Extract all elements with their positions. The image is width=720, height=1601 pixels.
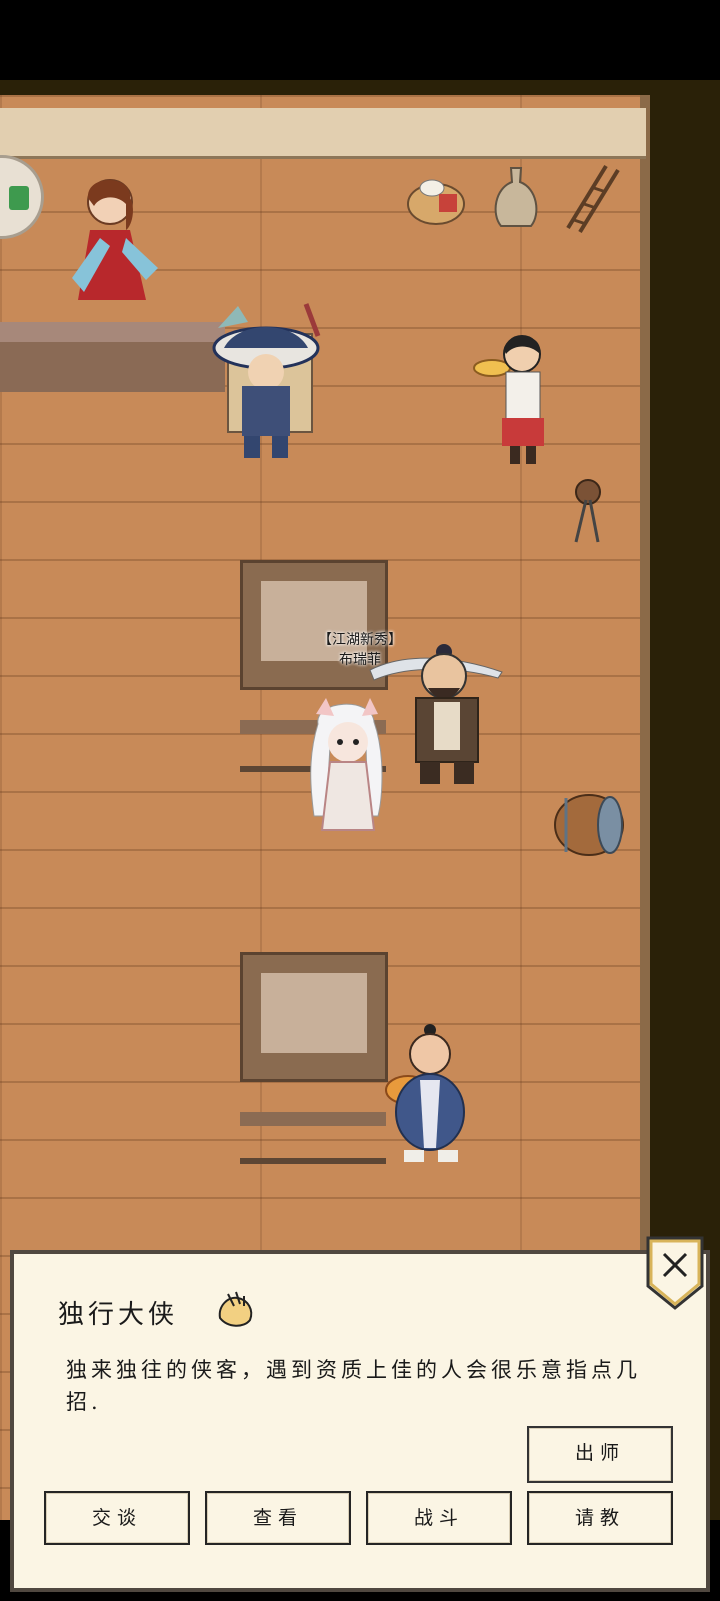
view-button[interactable]: 查看 bbox=[205, 1491, 351, 1545]
dialog-title: 独行大侠 bbox=[58, 1300, 179, 1330]
menu-icon bbox=[9, 186, 29, 210]
merchant-npc[interactable] bbox=[198, 298, 334, 464]
tea-table bbox=[240, 952, 388, 1082]
hand-icon bbox=[218, 1291, 253, 1327]
chef-npc[interactable] bbox=[376, 1020, 472, 1170]
lady-npc[interactable] bbox=[66, 168, 164, 310]
tavern-wall bbox=[0, 108, 646, 159]
graduate-button[interactable]: 出师 bbox=[527, 1426, 673, 1483]
waiter-npc[interactable] bbox=[470, 330, 562, 470]
dialog-description: 独来独往的侠客，遇到资质上佳的人会很乐意指点几招. bbox=[66, 1358, 641, 1414]
talk-button[interactable]: 交谈 bbox=[44, 1491, 190, 1545]
ask-advice-button[interactable]: 请教 bbox=[527, 1491, 673, 1545]
grain-sack-icon bbox=[494, 167, 538, 227]
fight-button[interactable]: 战斗 bbox=[366, 1491, 512, 1545]
rice-sacks-icon bbox=[407, 179, 465, 225]
barrel-icon bbox=[554, 794, 624, 856]
spinning-wheel-icon bbox=[574, 479, 601, 543]
ladder-icon bbox=[566, 164, 620, 234]
bench bbox=[240, 1112, 386, 1164]
status-bar bbox=[0, 0, 720, 80]
close-button[interactable] bbox=[646, 1236, 704, 1310]
player-character[interactable] bbox=[304, 696, 392, 846]
tavern-counter bbox=[0, 322, 225, 392]
